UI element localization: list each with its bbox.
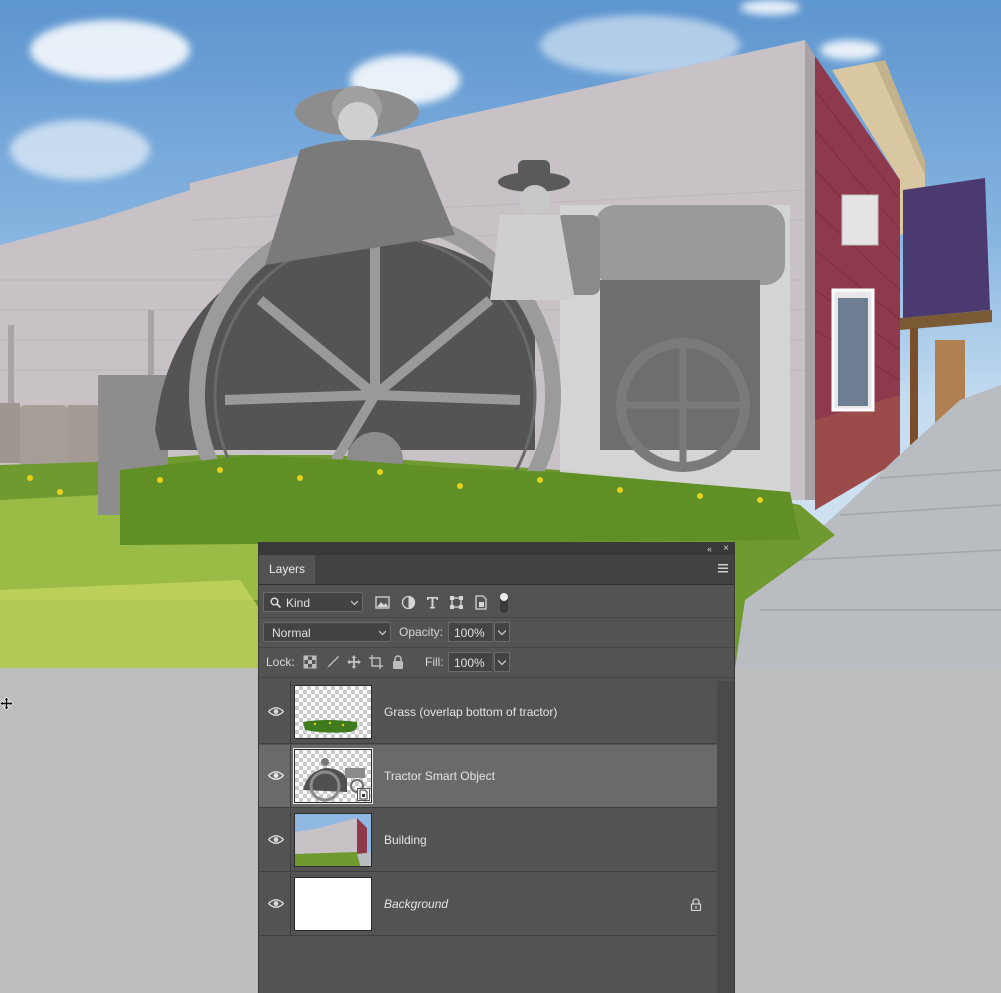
blend-mode-dropdown[interactable]: Normal	[263, 622, 391, 642]
panel-title-bar[interactable]: « ×	[259, 543, 734, 555]
layer-list-scrollbar[interactable]	[717, 681, 734, 993]
lock-transparency-icon[interactable]	[303, 655, 317, 669]
layer-name[interactable]: Background	[384, 873, 448, 936]
layer-row-building[interactable]: Building	[259, 809, 717, 872]
divider	[290, 809, 291, 872]
smart-object-filter-icon[interactable]	[473, 595, 488, 610]
layer-row-tractor[interactable]: Tractor Smart Object	[259, 745, 717, 808]
type-filter-icon[interactable]	[425, 595, 440, 610]
layer-list: Grass (overlap bottom of tractor) Tracto…	[259, 681, 717, 993]
collapse-icon[interactable]: «	[707, 543, 712, 555]
lock-position-icon[interactable]	[347, 655, 361, 669]
visibility-eye-icon[interactable]	[268, 770, 284, 781]
layers-panel: « × Layers Kind Normal Opacity: 100% Loc…	[259, 543, 734, 993]
divider	[290, 745, 291, 808]
visibility-eye-icon[interactable]	[268, 706, 284, 717]
layer-row-background[interactable]: Background	[259, 873, 717, 936]
search-icon	[270, 597, 281, 608]
divider	[290, 873, 291, 936]
pixel-filter-icon[interactable]	[375, 595, 390, 610]
layer-name[interactable]: Building	[384, 809, 427, 872]
opacity-field[interactable]: 100%	[448, 622, 492, 642]
lock-icon[interactable]	[690, 898, 702, 911]
lock-row: Lock: Fill: 100%	[259, 648, 734, 678]
tab-layers[interactable]: Layers	[259, 555, 316, 584]
fill-slider-button[interactable]	[494, 652, 510, 672]
lock-artboard-icon[interactable]	[369, 655, 383, 669]
layer-name[interactable]: Grass (overlap bottom of tractor)	[384, 681, 557, 744]
blend-mode-value: Normal	[272, 626, 311, 640]
chevron-down-icon	[379, 630, 386, 636]
shape-filter-icon[interactable]	[449, 595, 464, 610]
smart-object-badge-icon	[357, 788, 370, 801]
lock-all-icon[interactable]	[391, 655, 405, 669]
divider	[290, 681, 291, 744]
layer-thumbnail	[294, 813, 372, 867]
opacity-slider-button[interactable]	[494, 622, 510, 642]
opacity-label: Opacity:	[399, 625, 444, 639]
panel-tab-bar: Layers	[259, 555, 734, 585]
blend-row: Normal Opacity: 100%	[259, 618, 734, 648]
visibility-eye-icon[interactable]	[268, 898, 284, 909]
chevron-down-icon	[351, 600, 358, 606]
layer-name[interactable]: Tractor Smart Object	[384, 745, 495, 808]
filter-row: Kind	[259, 588, 734, 618]
fill-label: Fill:	[425, 655, 444, 669]
adjustment-filter-icon[interactable]	[401, 595, 416, 610]
fill-field[interactable]: 100%	[448, 652, 492, 672]
filter-kind-value: Kind	[286, 596, 311, 610]
visibility-eye-icon[interactable]	[268, 834, 284, 845]
layer-thumbnail	[294, 877, 372, 931]
building-thumbnail-image	[295, 814, 371, 866]
chevron-down-icon	[498, 660, 506, 666]
layer-row-grass[interactable]: Grass (overlap bottom of tractor)	[259, 681, 717, 744]
chevron-down-icon	[498, 630, 506, 636]
lock-image-icon[interactable]	[325, 655, 339, 669]
filter-kind-dropdown[interactable]: Kind	[263, 592, 363, 612]
move-cursor-icon	[0, 697, 13, 710]
filter-toggle-icon[interactable]	[499, 592, 509, 614]
layer-thumbnail	[294, 685, 372, 739]
close-icon[interactable]: ×	[723, 543, 729, 555]
layer-thumbnail	[293, 748, 373, 804]
lock-label: Lock:	[266, 655, 295, 669]
panel-menu-icon[interactable]	[718, 564, 728, 573]
awning	[903, 178, 990, 318]
grass-thumbnail-image	[303, 720, 358, 733]
